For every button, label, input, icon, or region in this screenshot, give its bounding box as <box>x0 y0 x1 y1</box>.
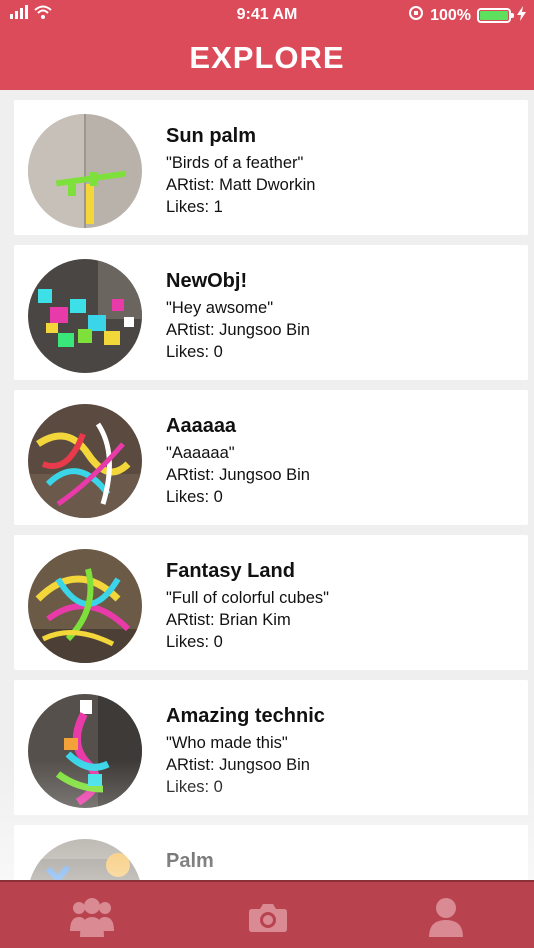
post-info: Amazing technic "Who made this" ARtist: … <box>166 705 325 798</box>
post-card[interactable]: Sun palm "Birds of a feather" ARtist: Ma… <box>14 100 528 235</box>
post-card[interactable]: Amazing technic "Who made this" ARtist: … <box>14 680 528 815</box>
tab-explore[interactable] <box>62 892 122 942</box>
post-quote: "Who made this" <box>166 734 288 752</box>
post-artist: ARtist: Jungsoo Bin <box>166 466 310 484</box>
post-thumbnail[interactable] <box>28 404 142 518</box>
tab-bar <box>0 880 534 948</box>
battery-percent: 100% <box>430 6 471 24</box>
post-thumbnail[interactable] <box>28 694 142 808</box>
post-quote: "Birds of a feather" <box>166 154 304 172</box>
post-list[interactable]: Sun palm "Birds of a feather" ARtist: Ma… <box>0 90 534 880</box>
users-icon <box>69 897 115 937</box>
post-info: Aaaaaa "Aaaaaa" ARtist: Jungsoo Bin Like… <box>166 415 310 508</box>
post-likes: Likes: 1 <box>166 198 223 216</box>
explore-screen: 9:41 AM 100% EXPLORE Sun palm "Birds of … <box>0 0 534 948</box>
status-bar: 9:41 AM 100% <box>0 0 534 30</box>
page-title: EXPLORE <box>189 40 345 75</box>
status-right: 100% <box>408 5 526 26</box>
post-quote: "Full of colorful cubes" <box>166 589 330 607</box>
post-title: Palm <box>166 850 214 872</box>
post-info: NewObj! "Hey awsome" ARtist: Jungsoo Bin… <box>166 270 310 363</box>
tab-profile[interactable] <box>416 892 476 942</box>
post-likes: Likes: 0 <box>166 778 223 796</box>
post-title: Sun palm <box>166 125 257 147</box>
post-card[interactable]: Fantasy Land "Full of colorful cubes" AR… <box>14 535 528 670</box>
tab-camera[interactable] <box>238 892 298 942</box>
post-likes: Likes: 0 <box>166 633 223 651</box>
post-info: Palm <box>166 850 214 877</box>
post-title: Amazing technic <box>166 705 325 727</box>
battery-fill <box>480 11 508 20</box>
profile-icon <box>428 897 464 937</box>
post-info: Fantasy Land "Full of colorful cubes" AR… <box>166 560 329 653</box>
post-title: Fantasy Land <box>166 560 295 582</box>
post-quote: "Aaaaaa" <box>166 444 235 462</box>
post-artist: ARtist: Jungsoo Bin <box>166 321 310 339</box>
post-likes: Likes: 0 <box>166 488 223 506</box>
post-artist: ARtist: Jungsoo Bin <box>166 756 310 774</box>
post-likes: Likes: 0 <box>166 343 223 361</box>
post-card[interactable]: Palm <box>14 825 528 880</box>
post-thumbnail[interactable] <box>28 839 142 880</box>
post-thumbnail[interactable] <box>28 114 142 228</box>
post-title: Aaaaaa <box>166 415 237 437</box>
post-card[interactable]: Aaaaaa "Aaaaaa" ARtist: Jungsoo Bin Like… <box>14 390 528 525</box>
post-card[interactable]: NewObj! "Hey awsome" ARtist: Jungsoo Bin… <box>14 245 528 380</box>
post-artist: ARtist: Brian Kim <box>166 611 291 629</box>
camera-icon <box>248 901 288 933</box>
post-artist: ARtist: Matt Dworkin <box>166 176 316 194</box>
post-thumbnail[interactable] <box>28 549 142 663</box>
post-title: NewObj! <box>166 270 248 292</box>
post-quote: "Hey awsome" <box>166 299 274 317</box>
charging-icon <box>517 5 526 26</box>
rotation-lock-icon <box>408 5 424 26</box>
battery-icon <box>477 8 514 23</box>
header: 9:41 AM 100% EXPLORE <box>0 0 534 90</box>
post-info: Sun palm "Birds of a feather" ARtist: Ma… <box>166 125 315 218</box>
post-thumbnail[interactable] <box>28 259 142 373</box>
